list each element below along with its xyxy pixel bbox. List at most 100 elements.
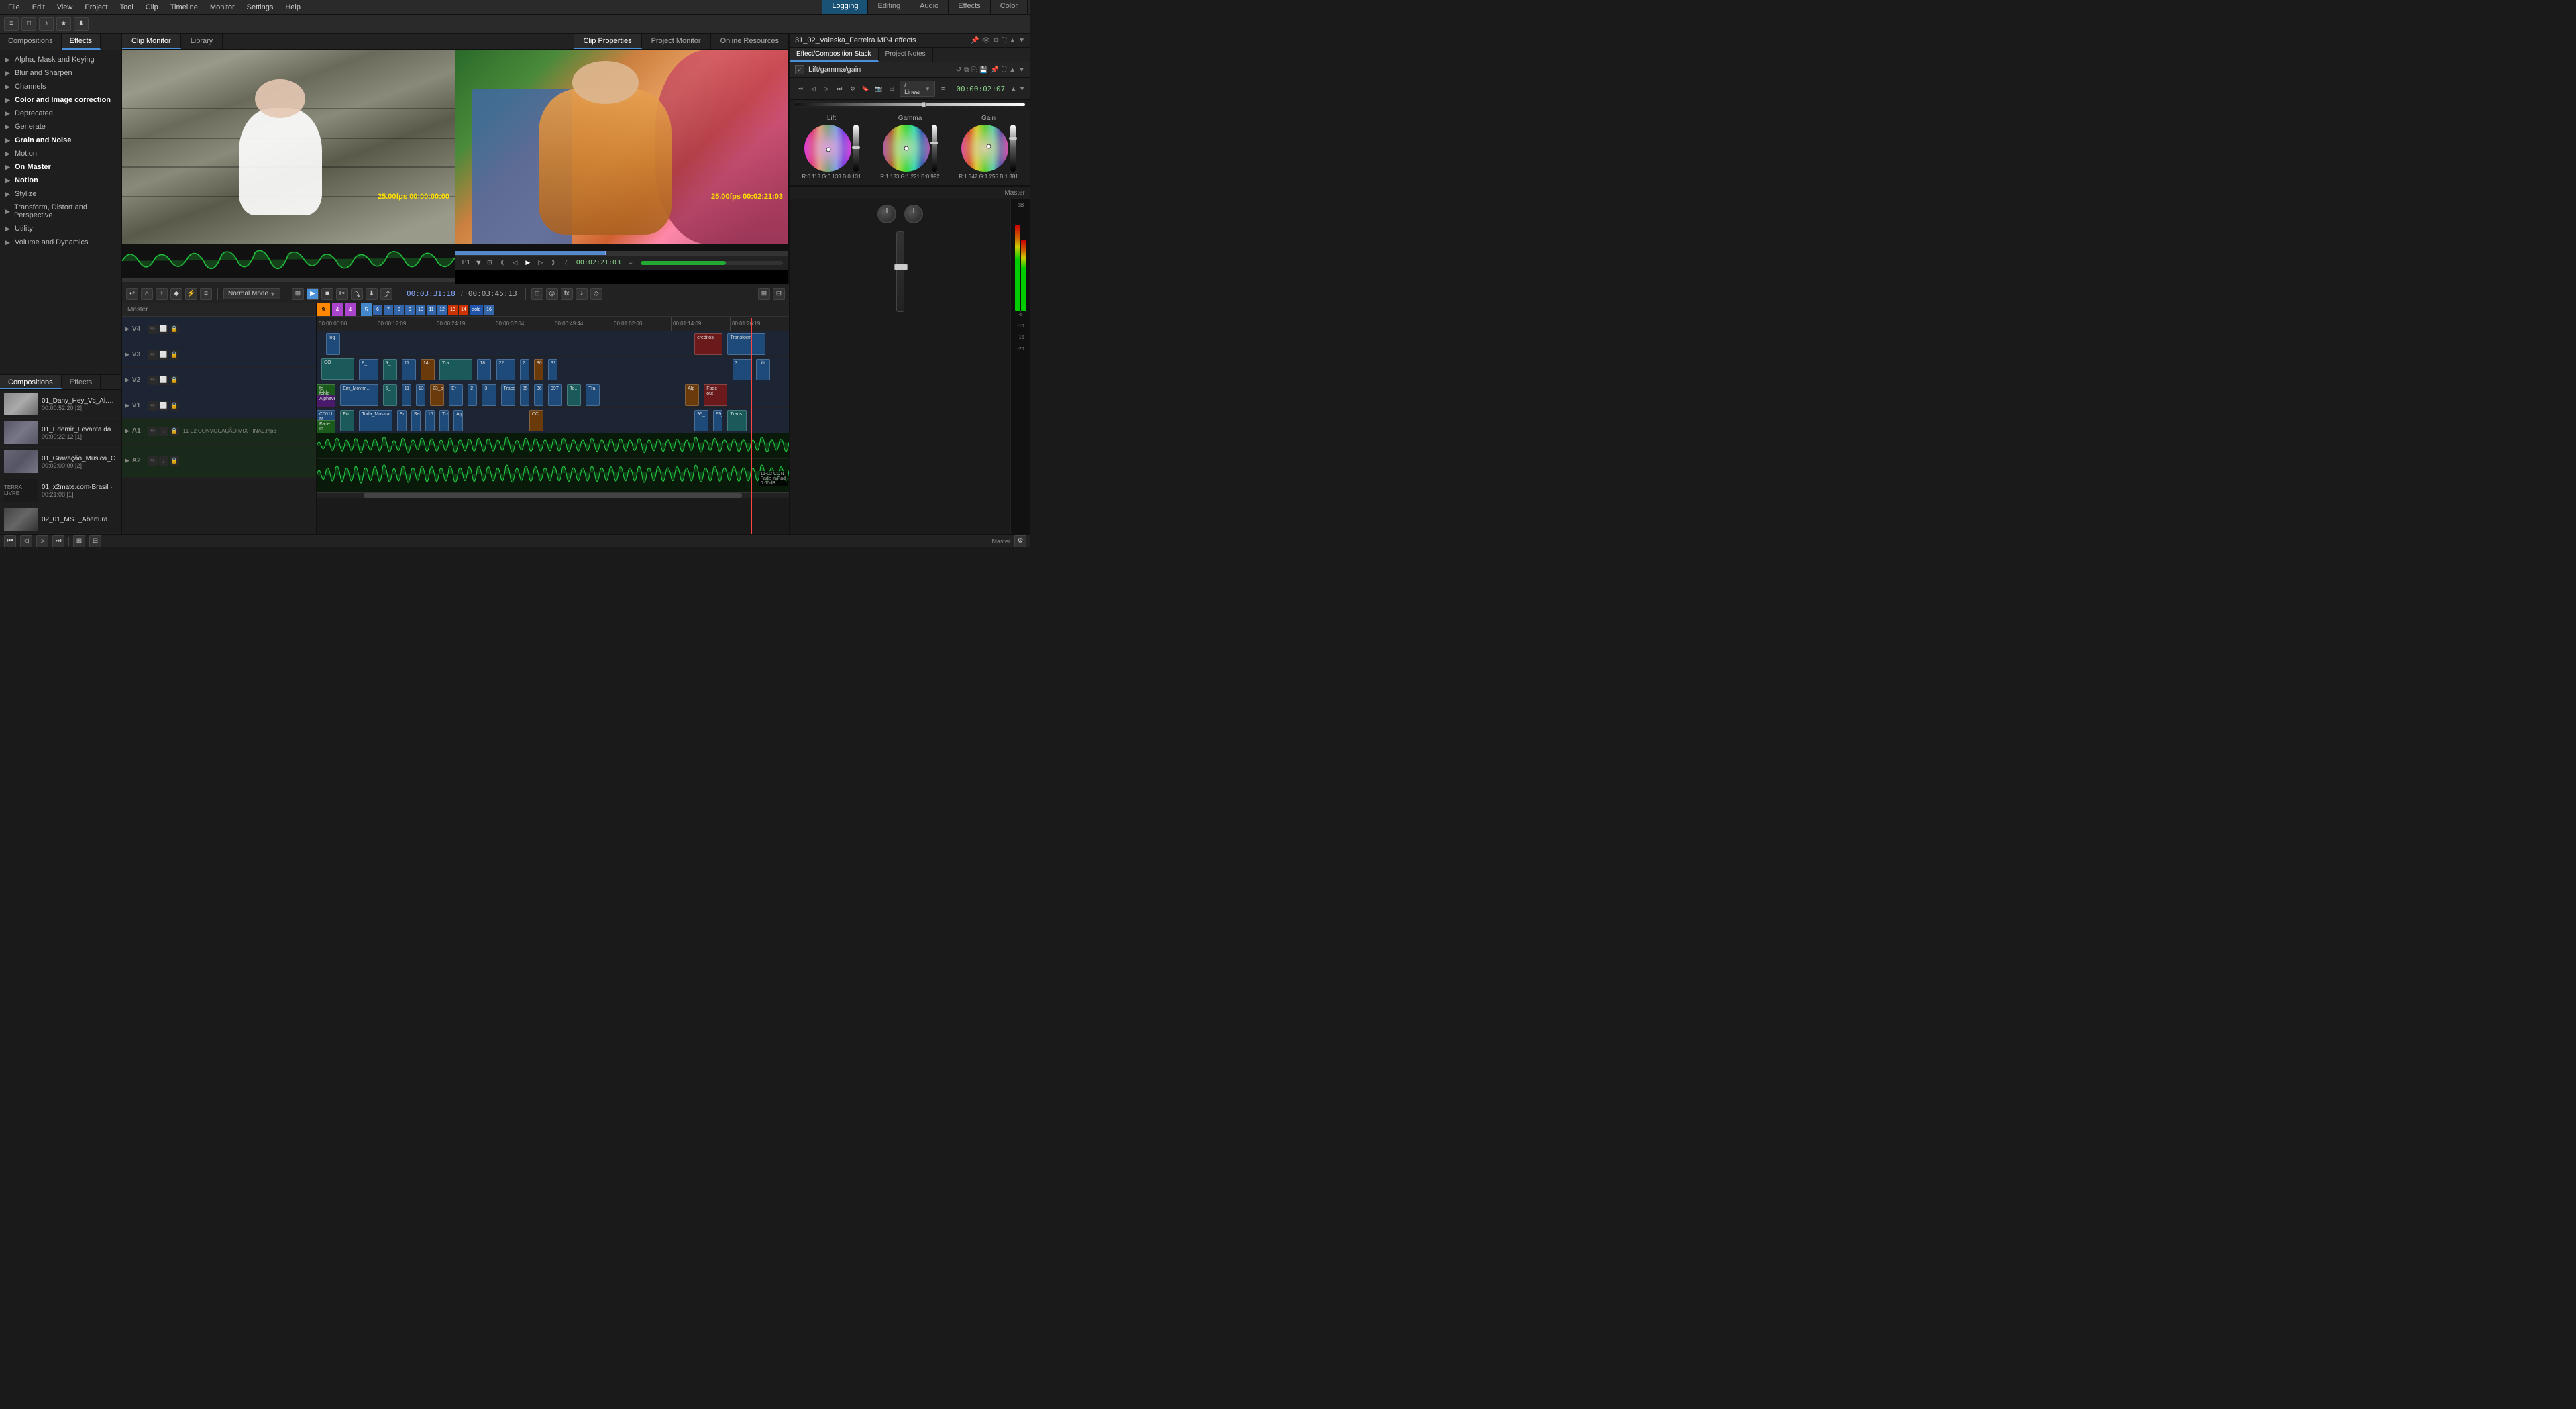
tl-monitor-btn[interactable]: ⊡ (531, 288, 543, 300)
clip-monitor-progress[interactable] (122, 278, 455, 282)
eff-refresh-icon[interactable]: ↺ (956, 66, 961, 74)
v3-lock-icon[interactable]: ⬜ (159, 350, 168, 360)
rp-pin-icon[interactable]: 📌 (971, 37, 979, 44)
v2-edit-icon[interactable]: ✏ (148, 376, 158, 385)
proj-zoom-dropdown[interactable]: ▼ (475, 259, 482, 267)
clip-block-er[interactable]: Er (449, 384, 463, 406)
fader-track[interactable] (896, 231, 904, 312)
v4-edit-icon[interactable]: ✏ (148, 325, 158, 334)
v2-lock-icon[interactable]: ⬜ (159, 376, 168, 385)
effect-generate[interactable]: ▶ Generate (0, 120, 121, 134)
eff-expand-icon[interactable]: ⛶ (1002, 66, 1006, 74)
tl-keyframe-btn[interactable]: ◇ (590, 288, 602, 300)
clip-block[interactable]: 9_ (383, 359, 397, 380)
menu-project[interactable]: Project (79, 2, 113, 13)
tl-effects-btn[interactable]: ⚡ (185, 288, 197, 300)
rp-settings-icon[interactable]: ⚙ (993, 37, 999, 44)
proj-prev-btn[interactable]: ⟪ (497, 258, 508, 268)
a2-mute-icon[interactable]: ♪ (159, 456, 168, 466)
eff-chevron-up-icon[interactable]: ▲ (1009, 66, 1016, 74)
tab-compositions[interactable]: Compositions (0, 34, 62, 50)
timeline-scrollbar[interactable] (317, 492, 789, 498)
clip-block-3a[interactable]: 3 (482, 384, 496, 406)
status-prev-btn[interactable]: ◁ (20, 535, 32, 547)
v4-lock2-icon[interactable]: 🔒 (170, 325, 179, 334)
toolbar-download-btn[interactable]: ⬇ (74, 17, 89, 31)
clip-block-35[interactable]: 35 (520, 384, 529, 406)
menu-monitor[interactable]: Monitor (205, 2, 240, 13)
clip-v1-16[interactable]: 16 (425, 410, 435, 431)
gain-vslider[interactable] (1010, 125, 1016, 172)
v1-lock2-icon[interactable]: 🔒 (170, 401, 179, 411)
proj-next-btn[interactable]: ⟫ (548, 258, 559, 268)
clip-block[interactable]: log (326, 333, 340, 355)
a1-mute-icon[interactable]: ♪ (159, 427, 168, 436)
tab-compositions-clips[interactable]: Compositions (0, 375, 62, 389)
tl-zoom-in-btn[interactable]: ⊞ (758, 288, 770, 300)
pb-next-icon[interactable]: ▷ (821, 83, 832, 94)
knob-1[interactable] (877, 205, 896, 223)
clip-block[interactable]: 11 (402, 359, 416, 380)
menu-edit[interactable]: Edit (27, 2, 50, 13)
lift-vslider[interactable] (853, 125, 859, 172)
clip-block-23[interactable]: 23_b (430, 384, 444, 406)
effect-blur[interactable]: ▶ Blur and Sharpen (0, 66, 121, 80)
rpt-notes-tab[interactable]: Project Notes (879, 48, 933, 62)
tl-home-btn[interactable]: ⌂ (141, 288, 153, 300)
clip-v1-95[interactable]: 95_ (694, 410, 708, 431)
pb-grid-icon[interactable]: ⊞ (887, 83, 898, 94)
effect-grain-noise[interactable]: ▶ Grain and Noise (0, 134, 121, 147)
tl-mode-dropdown[interactable]: ▼ (270, 291, 276, 297)
lift-wheel[interactable] (804, 125, 851, 172)
clip-block[interactable]: 31 (548, 359, 557, 380)
tl-settings-btn[interactable]: ≡ (200, 288, 212, 300)
clip-block[interactable]: 22 (496, 359, 515, 380)
rp-chevron-down-icon[interactable]: ▼ (1018, 37, 1025, 44)
pb-camera-icon[interactable]: 📷 (873, 83, 884, 94)
clip-v1-tra[interactable]: Tra (439, 410, 449, 431)
pb-skip-start-icon[interactable]: ⏮ (795, 83, 806, 94)
v3-edit-icon[interactable]: ✏ (148, 350, 158, 360)
eff-pin-icon[interactable]: 📌 (991, 66, 999, 74)
proj-list-btn[interactable]: ≡ (625, 258, 636, 268)
clip-block-99t[interactable]: 99T (548, 384, 562, 406)
clip-list-btn[interactable]: ≡ (292, 284, 303, 285)
menu-clip[interactable]: Clip (140, 2, 164, 13)
toolbar-audio-btn[interactable]: ♪ (39, 17, 54, 31)
clip-block-alpha[interactable]: Alphaved (317, 395, 335, 408)
tl-overwrite-btn[interactable]: ⬇ (366, 288, 378, 300)
eff-paste-icon[interactable]: ⎘ (971, 66, 977, 74)
clip-step-back-btn[interactable]: ◁ (176, 284, 187, 285)
tl-stop-btn[interactable]: ■ (321, 288, 333, 300)
proj-fullscreen-btn[interactable]: ⊡ (484, 258, 495, 268)
clip-v1-trans[interactable]: Trans (727, 410, 746, 431)
a1-lock-icon[interactable]: 🔒 (170, 427, 179, 436)
clip-block[interactable]: Tra... (439, 359, 472, 380)
mon-tab-online[interactable]: Online Resources (711, 34, 789, 49)
mon-tab-project-monitor[interactable]: Project Monitor (642, 34, 711, 49)
status-zoom-out-btn[interactable]: ⊟ (89, 535, 101, 547)
clip-v1-em[interactable]: Em_ (397, 410, 407, 431)
v3-lock2-icon[interactable]: 🔒 (170, 350, 179, 360)
status-end-btn[interactable]: ⏭ (52, 535, 64, 547)
clip-block-tra[interactable]: Tra (586, 384, 600, 406)
tl-new-btn[interactable]: + (156, 288, 168, 300)
pb-bookmark-icon[interactable]: 🔖 (861, 83, 871, 94)
clip-step-fwd-btn[interactable]: ▷ (202, 284, 213, 285)
v1-lock-icon[interactable]: ⬜ (159, 401, 168, 411)
toolbar-star-btn[interactable]: ★ (56, 17, 71, 31)
clip-block[interactable]: CO (321, 358, 354, 380)
clip-block-fade-out[interactable]: Fade out (704, 384, 727, 406)
effect-deprecated[interactable]: ▶ Deprecated (0, 107, 121, 120)
clip-v1-sen[interactable]: Sen (411, 410, 421, 431)
tab-editing[interactable]: Editing (868, 0, 910, 14)
clip-v1-en[interactable]: En (340, 410, 354, 431)
tl-cut-btn[interactable]: ✂ (336, 288, 348, 300)
clip-block[interactable]: creditos (694, 333, 722, 355)
pb-prev-icon[interactable]: ◁ (808, 83, 819, 94)
tl-lift-btn[interactable]: ⤴ (380, 288, 392, 300)
mon-tab-properties[interactable]: Clip Properties (574, 34, 641, 49)
menu-help[interactable]: Help (280, 2, 306, 13)
clip-block-2a[interactable]: 2 (468, 384, 477, 406)
tab-effects[interactable]: Effects (949, 0, 990, 14)
